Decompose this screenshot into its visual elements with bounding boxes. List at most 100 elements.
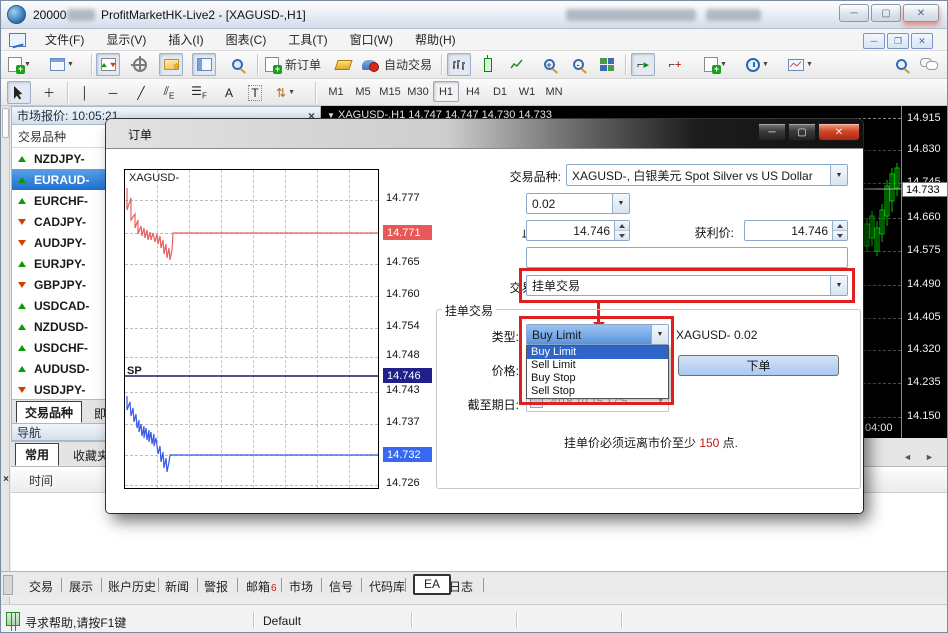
scroll-right-icon[interactable]: ► (925, 452, 934, 462)
mdi-minimize-button[interactable]: ─ (863, 33, 885, 49)
tab-ea[interactable]: EA (413, 574, 451, 595)
autotrading-button[interactable]: 自动交易 (359, 53, 435, 76)
text-label-button[interactable]: T (243, 81, 267, 104)
dialog-minimize-button[interactable]: ─ (758, 123, 786, 141)
profiles-button[interactable]: ▼ (47, 53, 77, 76)
tab-symbols[interactable]: 交易品种 (16, 401, 82, 423)
horizontal-line-button[interactable]: ─ (101, 81, 125, 104)
auto-scroll-button[interactable]: ⌐▸ (631, 53, 655, 76)
tab-market[interactable]: 市场 (289, 575, 313, 596)
order-dialog-titlebar[interactable]: 订单 ─ ▢ ✕ (106, 119, 863, 149)
menu-charts[interactable]: 图表(C) (215, 29, 278, 51)
indicators-button[interactable]: +▼ (701, 53, 730, 76)
tile-windows-button[interactable] (595, 53, 619, 76)
tab-account-history[interactable]: 账户历史 (108, 575, 156, 596)
menu-view[interactable]: 显示(V) (95, 29, 157, 51)
trendline-button[interactable]: ╱ (129, 81, 153, 104)
symbol-combo[interactable]: XAGUSD-, 白银美元 Spot Silver vs US Dollar ▼ (566, 164, 848, 186)
search-button[interactable] (889, 53, 913, 76)
menu-window[interactable]: 窗口(W) (339, 29, 404, 51)
tab-news[interactable]: 新闻 (165, 575, 189, 596)
vertical-line-button[interactable]: │ (73, 81, 97, 104)
mdi-close-button[interactable]: ✕ (911, 33, 933, 49)
arrows-tool-button[interactable]: ⇅▼ (273, 81, 298, 104)
sp-label: SP (127, 365, 142, 377)
timeframe-d1[interactable]: D1 (487, 81, 513, 102)
bar-chart-button[interactable] (447, 53, 471, 76)
tab-trade[interactable]: 交易 (29, 575, 53, 596)
minimize-button[interactable]: ─ (839, 4, 869, 22)
close-button[interactable]: ✕ (903, 4, 939, 22)
tab-mailbox[interactable]: 邮箱6 (246, 575, 277, 596)
tab-code-base[interactable]: 代码库 (369, 575, 405, 596)
terminal-close-icon[interactable]: × (2, 474, 10, 486)
take-profit-field[interactable]: 14.746 (744, 220, 848, 241)
trendline-icon: ╱ (137, 86, 144, 100)
tab-alerts[interactable]: 警报 (204, 575, 228, 596)
take-profit-label: 获利价: (621, 224, 734, 241)
text-tool-button[interactable]: A (217, 81, 241, 104)
terminal-tab-grip[interactable] (3, 575, 13, 595)
timeframe-mn[interactable]: MN (541, 81, 567, 102)
place-order-button[interactable]: 下单 (678, 355, 839, 376)
crosshair-tool-button[interactable]: ＋ (37, 81, 61, 104)
fibonacci-button[interactable]: ☰F (187, 81, 211, 104)
dock-scrollbar-thumb[interactable] (2, 108, 9, 138)
dropdown-arrow-icon[interactable]: ▼ (830, 165, 847, 185)
tab-common[interactable]: 常用 (15, 443, 59, 466)
market-watch-icon (101, 58, 116, 71)
new-chart-button[interactable]: +▼ (5, 53, 34, 76)
menu-insert[interactable]: 插入(I) (157, 29, 214, 51)
scroll-left-icon[interactable]: ◄ (903, 452, 912, 462)
navigator-button[interactable]: ★ (159, 53, 183, 76)
market-watch-button[interactable] (96, 53, 120, 76)
indicators-icon: + (704, 57, 718, 72)
dropdown-arrow-icon[interactable]: ▼ (612, 194, 629, 213)
volume-combo[interactable]: 0.02 ▼ (526, 193, 630, 214)
chart-shift-button[interactable]: ⌐+ (663, 53, 687, 76)
templates-button[interactable]: ▼ (785, 53, 816, 76)
status-profile[interactable]: Default (263, 614, 301, 628)
periods-button[interactable]: ▼ (743, 53, 772, 76)
timeframe-m30[interactable]: M30 (405, 81, 431, 102)
time-column-header[interactable]: 时间 (29, 472, 53, 489)
auto-scroll-icon: ⌐▸ (637, 58, 649, 71)
stop-loss-field[interactable]: 14.746 (526, 220, 630, 241)
menu-file[interactable]: 文件(F) (34, 29, 95, 51)
data-window-button[interactable] (128, 53, 152, 76)
tab-signals[interactable]: 信号 (329, 575, 353, 596)
candlestick-button[interactable] (476, 53, 500, 76)
spinner-buttons[interactable] (832, 221, 847, 240)
timeframe-w1[interactable]: W1 (514, 81, 540, 102)
tab-journal[interactable]: 日志 (449, 575, 473, 596)
menu-help[interactable]: 帮助(H) (404, 29, 467, 51)
dialog-maximize-button[interactable]: ▢ (788, 123, 816, 141)
strategy-tester-button[interactable] (225, 53, 249, 76)
timeframe-h4[interactable]: H4 (460, 81, 486, 102)
zoom-in-button[interactable]: + (537, 53, 561, 76)
market-watch-title: 市场报价: 10:05:21 (17, 107, 118, 124)
timeframe-m1[interactable]: M1 (323, 81, 349, 102)
timeframe-m15[interactable]: M15 (377, 81, 403, 102)
line-chart-button[interactable] (505, 53, 529, 76)
channel-button[interactable]: ⫽E (157, 81, 181, 104)
current-price-box: 14.733 (902, 182, 948, 197)
cursor-tool-button[interactable] (7, 81, 31, 104)
menu-tools[interactable]: 工具(T) (277, 29, 338, 51)
chat-button[interactable] (917, 53, 941, 76)
maximize-icon: ▢ (797, 127, 806, 138)
metaeditor-button[interactable] (331, 53, 355, 76)
volume-value: 0.02 (527, 197, 612, 211)
dialog-close-button[interactable]: ✕ (818, 123, 860, 141)
autotrading-label: 自动交易 (384, 56, 432, 73)
zoom-out-button[interactable]: - (566, 53, 590, 76)
timeframe-h1[interactable]: H1 (433, 81, 459, 102)
minimize-icon: ─ (850, 8, 857, 19)
terminal-button[interactable] (192, 53, 216, 76)
comment-input[interactable] (526, 247, 848, 268)
new-order-button[interactable]: + 新订单 (262, 53, 324, 76)
tab-exposure[interactable]: 展示 (69, 575, 93, 596)
timeframe-m5[interactable]: M5 (350, 81, 376, 102)
maximize-button[interactable]: ▢ (871, 4, 901, 22)
mdi-restore-button[interactable]: ❐ (887, 33, 909, 49)
